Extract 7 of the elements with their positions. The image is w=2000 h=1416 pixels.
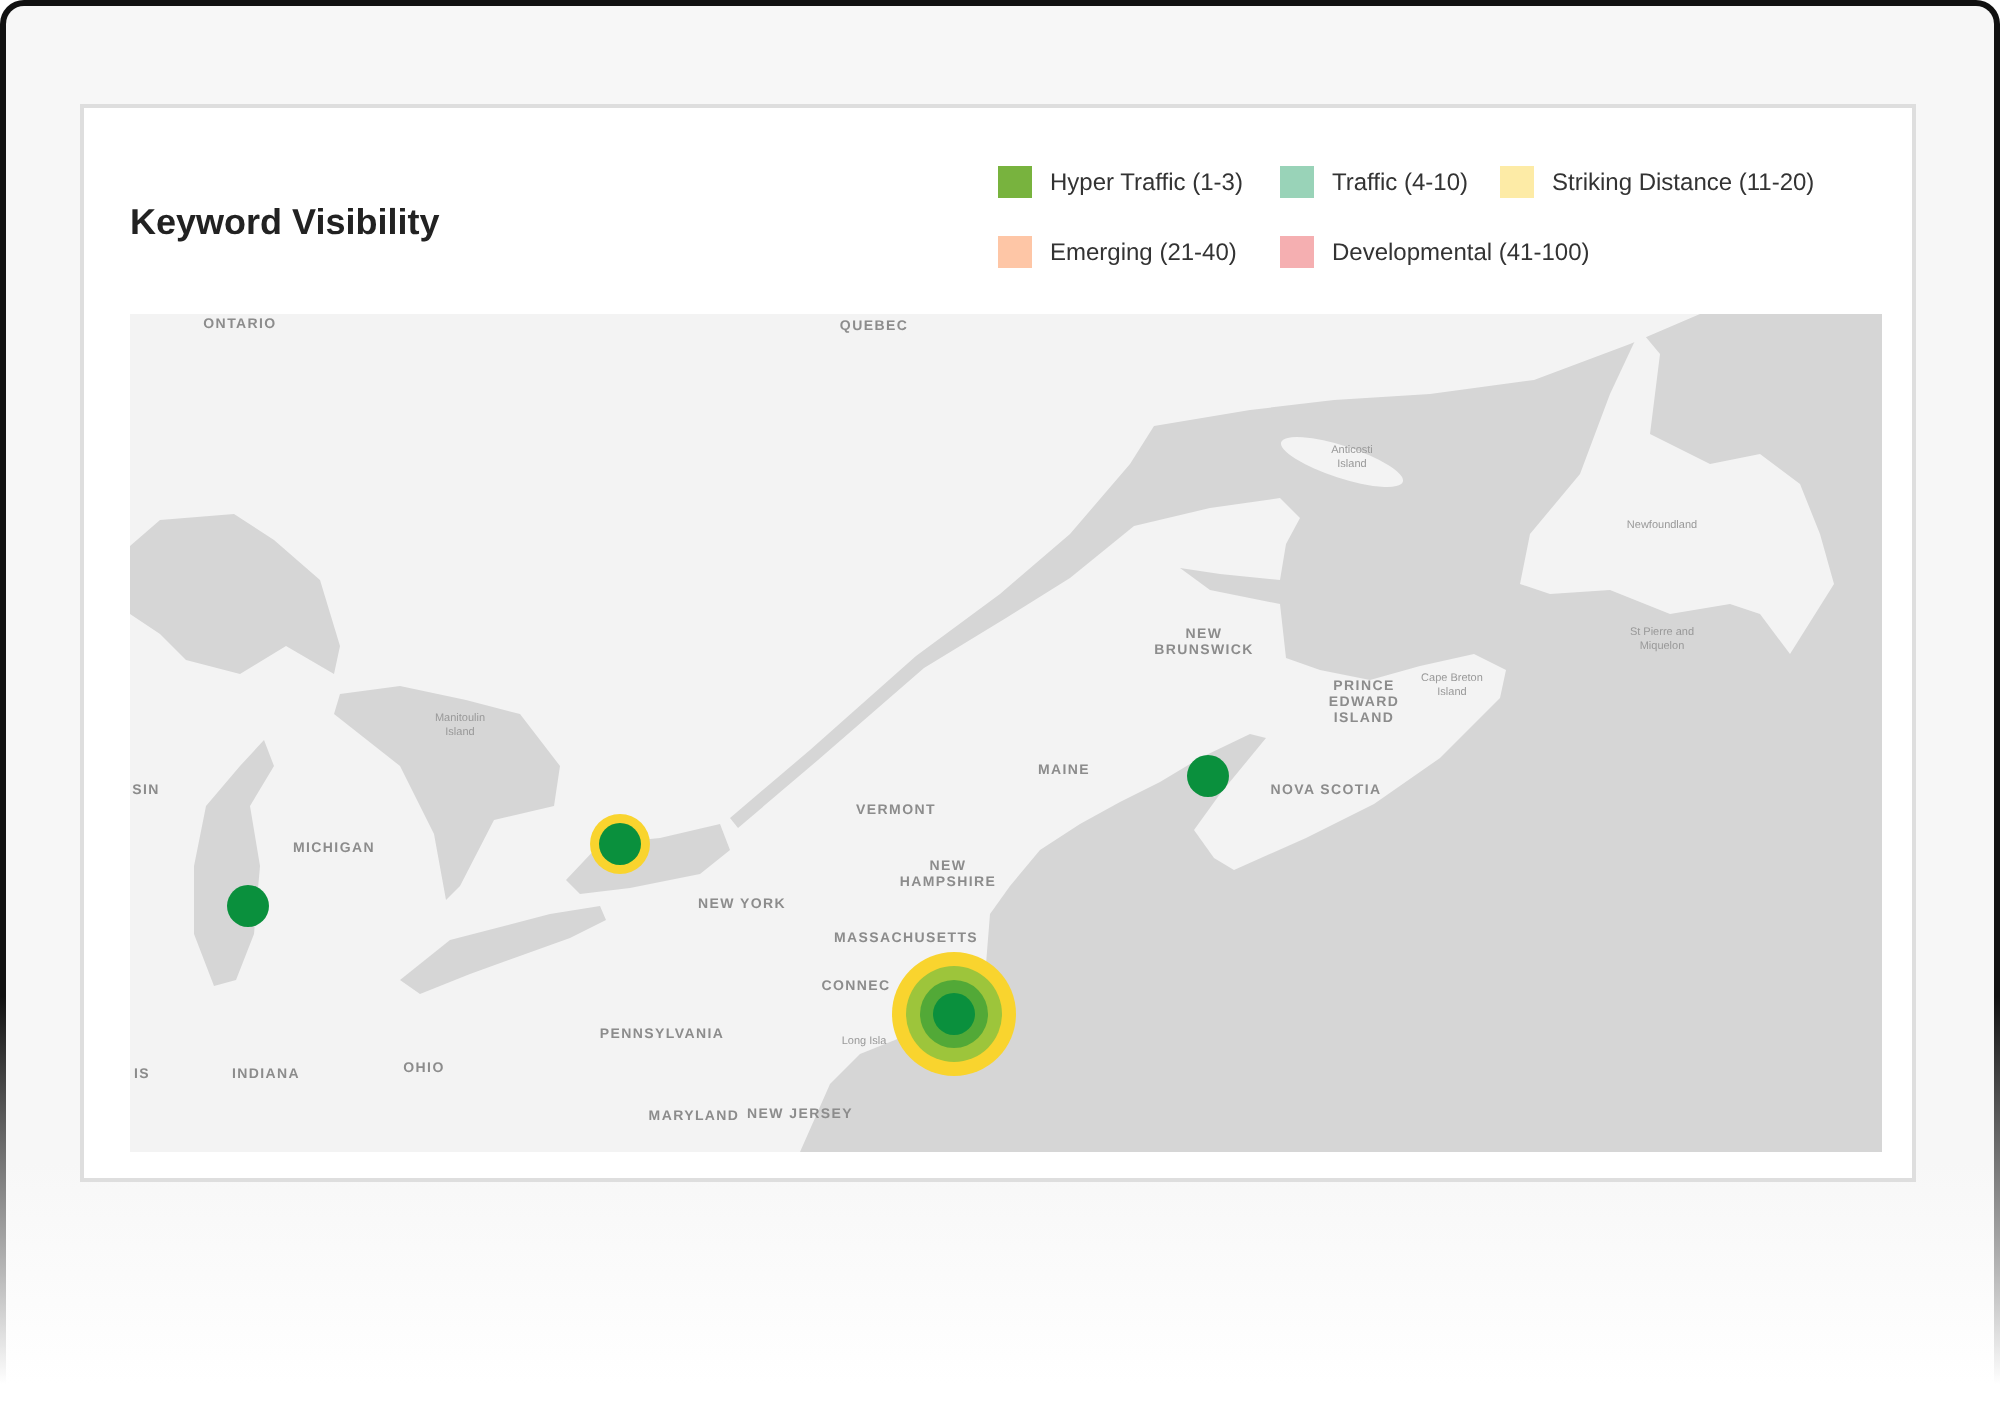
card-title: Keyword Visibility <box>130 200 440 246</box>
legend-label: Developmental (41-100) <box>1332 236 1590 268</box>
island <box>1281 437 1403 487</box>
legend-label: Emerging (21-40) <box>1050 236 1237 268</box>
legend-label: Traffic (4-10) <box>1332 166 1469 198</box>
legend-label: Hyper Traffic (1-3) <box>1050 166 1243 198</box>
legend-label: Striking Distance (11-20) <box>1552 166 1815 198</box>
